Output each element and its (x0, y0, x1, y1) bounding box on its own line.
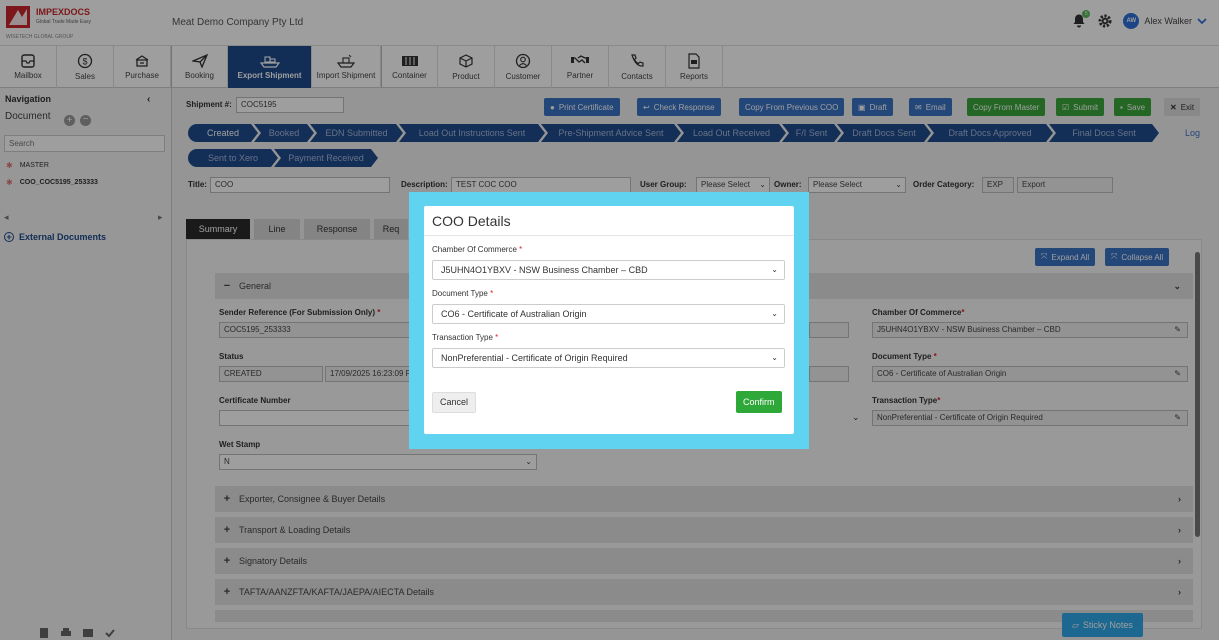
chevron-down-icon: ⌄ (771, 265, 778, 274)
document-type-label: Document Type * (432, 289, 494, 298)
chevron-down-icon: ⌄ (771, 353, 778, 362)
transaction-type-select[interactable]: NonPreferential - Certificate of Origin … (432, 348, 785, 368)
dialog-title: COO Details (432, 213, 511, 229)
cancel-button[interactable]: Cancel (432, 392, 477, 413)
coc-select[interactable]: J5UHN4O1YBXV - NSW Business Chamber – CB… (432, 260, 785, 280)
confirm-button[interactable]: Confirm (736, 391, 782, 413)
document-type-select[interactable]: CO6 - Certificate of Australian Origin ⌄ (432, 304, 785, 324)
coc-label: Chamber Of Commerce * (432, 245, 523, 254)
chevron-down-icon: ⌄ (771, 309, 778, 318)
transaction-type-label: Transaction Type * (432, 333, 499, 342)
coo-details-dialog: COO Details Chamber Of Commerce * J5UHN4… (424, 206, 794, 434)
divider (424, 235, 794, 236)
